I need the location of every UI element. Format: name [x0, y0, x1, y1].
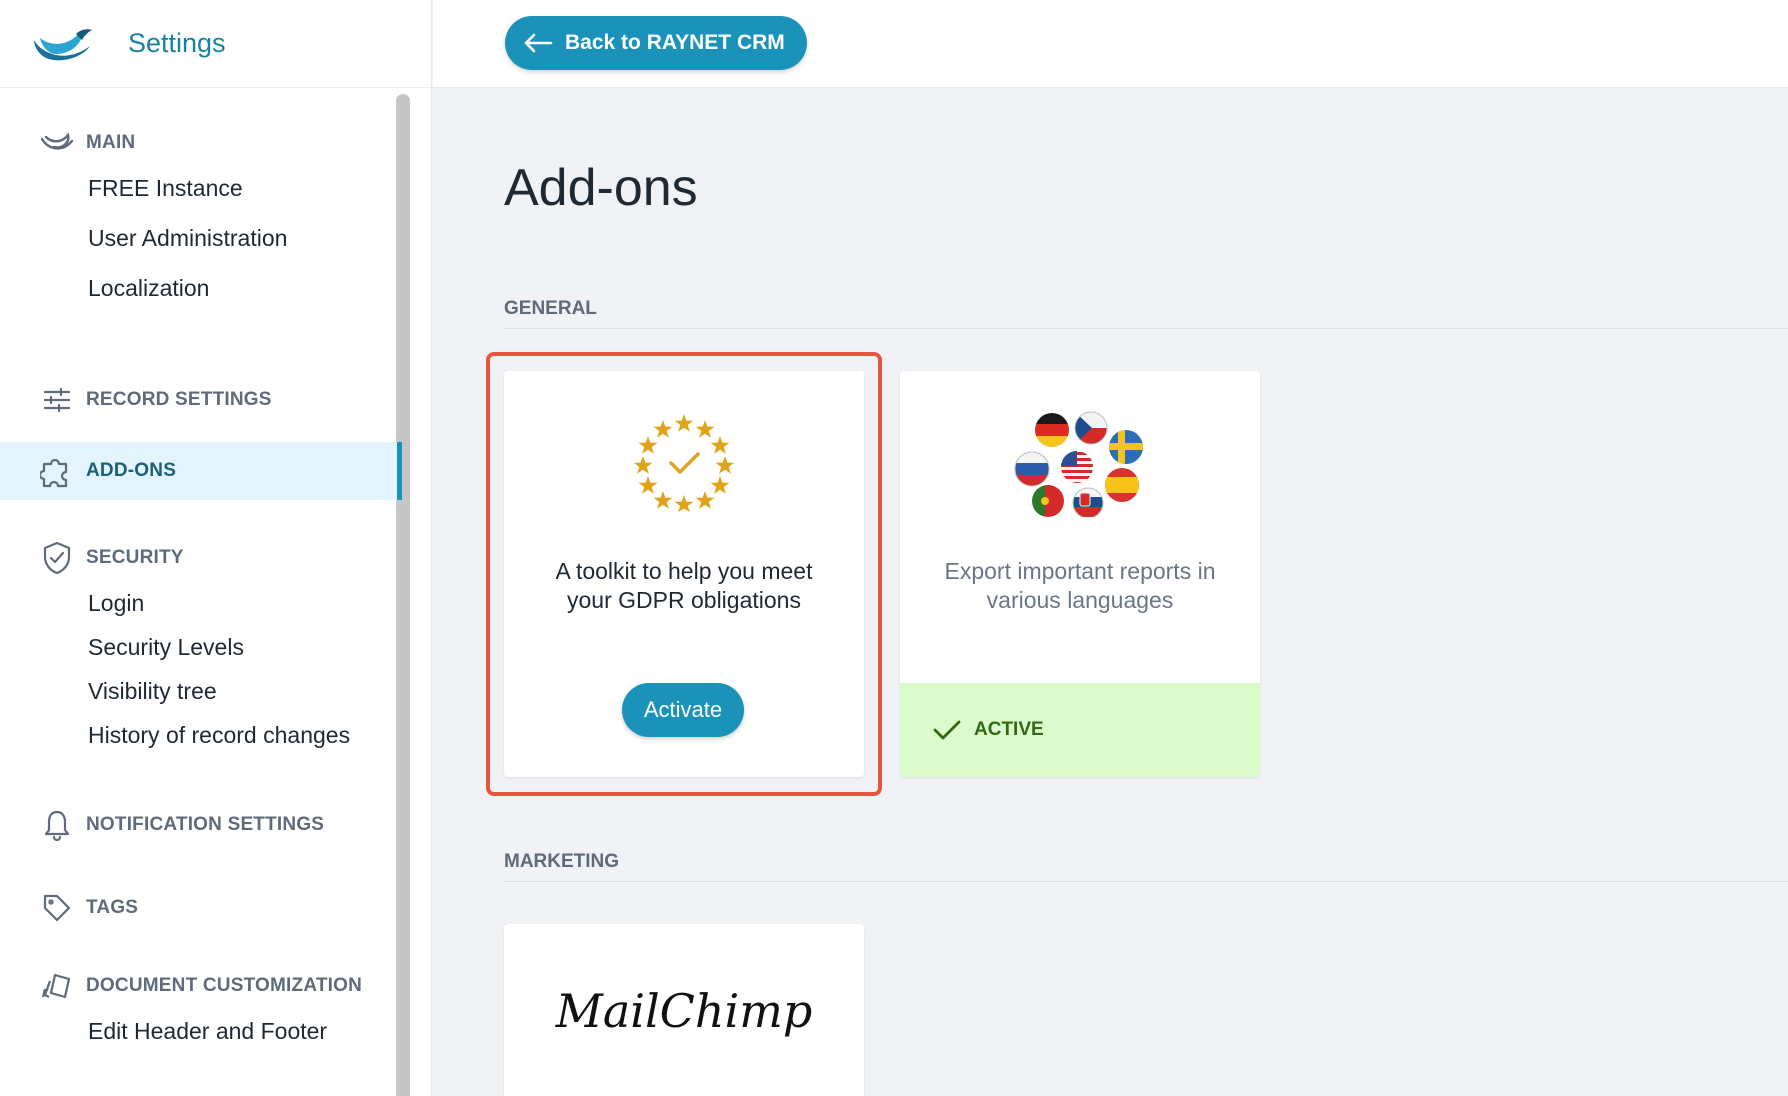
- sidebar-item-security-levels[interactable]: Security Levels: [0, 622, 402, 672]
- raynet-logo[interactable]: [32, 24, 94, 64]
- language-flags-icon: [1014, 411, 1143, 517]
- sidebar-section-document-customization: DOCUMENT CUSTOMIZATION Edit Header and F…: [0, 966, 402, 1056]
- addon-description: Export important reports in various lang…: [944, 558, 1216, 613]
- sidebar-section-tags-header[interactable]: TAGS: [0, 888, 402, 928]
- sidebar-section-add-ons: ADD-ONS: [0, 442, 402, 500]
- check-icon: [933, 720, 961, 740]
- mailchimp-logo: MailChimp: [555, 984, 813, 1038]
- sliders-icon: [40, 383, 74, 417]
- addon-card-languages: Export important reports in various lang…: [900, 371, 1260, 777]
- page-title: Add-ons: [504, 159, 698, 217]
- raynet-bird-icon: [40, 126, 74, 160]
- sidebar-item-history-of-record-changes[interactable]: History of record changes: [0, 710, 402, 760]
- sidebar-section-document-customization-header[interactable]: DOCUMENT CUSTOMIZATION: [0, 966, 402, 1006]
- sidebar-section-label: RECORD SETTINGS: [86, 389, 272, 410]
- sidebar-section-security-header[interactable]: SECURITY: [0, 538, 402, 578]
- sidebar-section-security: SECURITY Login Security Levels Visibilit…: [0, 538, 402, 760]
- sidebar-section-label: MAIN: [86, 132, 136, 153]
- arrow-left-icon: [524, 33, 553, 53]
- sidebar-nav: MAIN FREE Instance User Administration L…: [0, 88, 432, 1096]
- app-title: Settings: [128, 28, 226, 58]
- selection-highlight: [486, 352, 882, 796]
- sidebar-section-label: ADD-ONS: [86, 460, 177, 481]
- category-divider: [504, 881, 1788, 882]
- sidebar-item-edit-header-and-footer[interactable]: Edit Header and Footer: [0, 1006, 402, 1056]
- category-general-label: GENERAL: [504, 298, 597, 319]
- sidebar-section-label: DOCUMENT CUSTOMIZATION: [86, 975, 363, 996]
- sidebar-section-tags: TAGS: [0, 888, 402, 928]
- sidebar-section-notification-settings: NOTIFICATION SETTINGS: [0, 805, 402, 845]
- sidebar-section-main: MAIN FREE Instance User Administration L…: [0, 123, 402, 313]
- sidebar-header: Settings: [0, 0, 431, 88]
- sidebar-section-label: TAGS: [86, 897, 139, 918]
- sidebar-section-record-settings: RECORD SETTINGS: [0, 380, 402, 420]
- sidebar: Settings MAIN FREE Instance User Adminis…: [0, 0, 432, 1096]
- tag-icon: [40, 891, 74, 925]
- back-to-crm-button[interactable]: Back to RAYNET CRM: [505, 16, 807, 70]
- shield-check-icon: [40, 541, 74, 575]
- puzzle-icon: [40, 454, 74, 488]
- sidebar-item-localization[interactable]: Localization: [0, 263, 402, 313]
- category-marketing-label: MARKETING: [504, 851, 620, 872]
- category-divider: [504, 328, 1788, 329]
- sidebar-section-record-settings-header[interactable]: RECORD SETTINGS: [0, 380, 402, 420]
- bell-icon: [40, 808, 74, 842]
- sidebar-section-label: NOTIFICATION SETTINGS: [86, 814, 325, 835]
- sidebar-section-main-header[interactable]: MAIN: [0, 123, 402, 163]
- sidebar-item-login[interactable]: Login: [0, 578, 402, 628]
- sidebar-section-label: SECURITY: [86, 547, 184, 568]
- sidebar-section-add-ons-header[interactable]: ADD-ONS: [0, 442, 402, 500]
- document-customization-icon: [40, 969, 74, 1003]
- sidebar-item-free-instance[interactable]: FREE Instance: [0, 163, 402, 213]
- sidebar-item-visibility-tree[interactable]: Visibility tree: [0, 666, 402, 716]
- top-bar: Back to RAYNET CRM: [433, 0, 1788, 88]
- addon-card-mailchimp: MailChimp: [504, 924, 864, 1096]
- active-status-label: ACTIVE: [974, 719, 1044, 740]
- back-button-label: Back to RAYNET CRM: [565, 31, 785, 54]
- sidebar-item-user-administration[interactable]: User Administration: [0, 213, 402, 263]
- sidebar-section-notification-settings-header[interactable]: NOTIFICATION SETTINGS: [0, 805, 402, 845]
- active-status-strip: ACTIVE: [900, 683, 1260, 777]
